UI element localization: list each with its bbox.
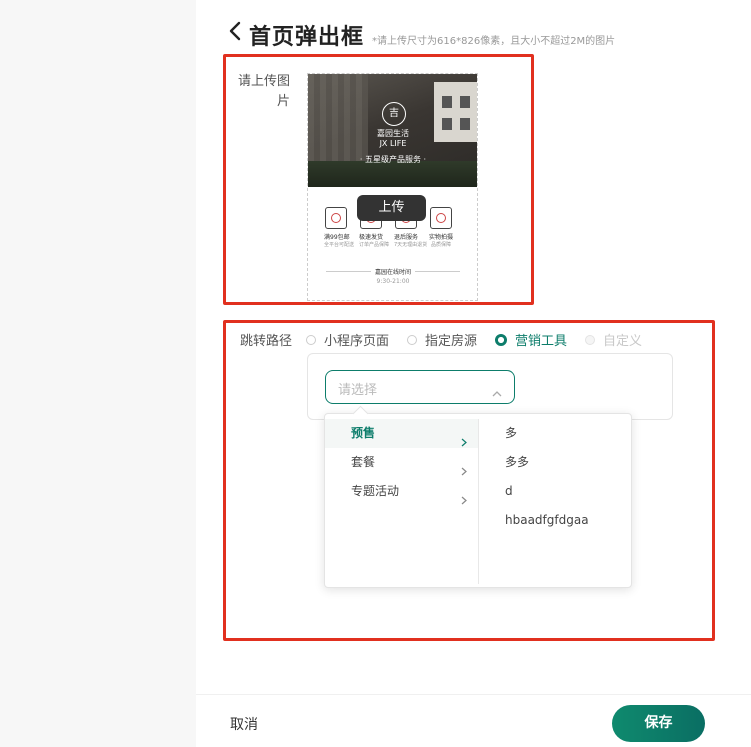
service-sub: 7天无理由退货 [394,242,428,248]
page-header: 首页弹出框 *请上传尺寸为616*826像素，且大小不超过2M的图片 [227,18,615,51]
radio-checked-icon [495,333,508,346]
radio-specified-listing[interactable]: 指定房源 [407,330,477,349]
poster-brand-en: JX LIFE [379,139,407,148]
upload-size-hint: *请上传尺寸为616*826像素，且大小不超过2M的图片 [372,36,616,47]
check-icon [430,207,452,229]
radio-circle-icon [585,334,596,345]
route-radio-group: 小程序页面 指定房源 营销工具 自定义 [306,330,660,349]
radio-circle-icon [306,334,316,345]
cascader-sub-option[interactable]: 多 [479,419,631,448]
poster-footer-title-text: 嘉园在线时间 [370,269,415,276]
poster-footer-title: 嘉园在线时间 [308,267,477,276]
cascader-dropdown: 预售 套餐 专题活动 多 多多 d hbaadfgfdgaa [324,413,632,588]
cascader-sub-option[interactable]: 多多 [479,448,631,477]
cascader-option-label: 套餐 [351,455,376,469]
poster-photo: 吉 嘉园生活 JX LIFE · 五星级产品服务 · [308,74,477,187]
upload-label: 请上传图片 [238,74,291,109]
service-sub: 订单产品保障 [359,242,390,248]
upload-button[interactable]: 上传 [357,195,426,221]
cascader-level2: 多 多多 d hbaadfgfdgaa [479,419,631,535]
poster-slogan: · 五星级产品服务 · [359,155,427,164]
cascader-option-presale[interactable]: 预售 [325,419,478,448]
poster-service-item: 实物拍摄 品质保障 [429,207,453,248]
truck-icon [325,207,347,229]
service-sub: 品质保障 [430,242,451,248]
brand-logo-icon: 吉 [382,102,406,126]
cancel-button[interactable]: 取消 [230,714,258,734]
service-title: 极速发货 [359,234,384,241]
cascader-option-package[interactable]: 套餐 [325,448,478,477]
poster-brand-cn: 嘉园生活 [377,129,409,138]
image-upload-area[interactable]: 吉 嘉园生活 JX LIFE · 五星级产品服务 · 满99包邮 全平台可配送 … [307,73,478,301]
page-title: 首页弹出框 [249,25,365,50]
save-button[interactable]: 保存 [612,705,705,742]
chevron-right-icon [460,429,468,447]
back-arrow-icon[interactable] [227,18,245,44]
route-label: 跳转路径 [240,334,293,349]
select-placeholder: 请选择 [338,383,378,398]
cascader-sub-option[interactable]: d [479,477,631,506]
poster-brand: 嘉园生活 JX LIFE [308,129,477,149]
cascader-option-label: 预售 [351,426,376,440]
poster-service-item: 满99包邮 全平台可配送 [324,207,355,248]
radio-label: 营销工具 [515,334,568,349]
marketing-tool-select[interactable]: 请选择 [325,370,515,404]
poster-footer-time: 9:30-21:00 [376,278,410,285]
cascader-option-label: 专题活动 [351,484,400,498]
left-sidebar [0,0,196,746]
chevron-right-icon [460,458,468,476]
service-title: 实物拍摄 [429,234,454,241]
cascader-level1: 预售 套餐 专题活动 [325,419,479,584]
radio-marketing-tool[interactable]: 营销工具 [495,330,567,349]
cascader-sub-option[interactable]: hbaadfgfdgaa [479,506,631,535]
radio-label: 指定房源 [425,334,478,349]
service-title: 满99包邮 [324,234,350,241]
radio-label: 自定义 [603,334,643,349]
service-title: 退后服务 [394,234,419,241]
chevron-right-icon [460,487,468,505]
radio-label: 小程序页面 [324,334,390,349]
radio-mini-program-page[interactable]: 小程序页面 [306,330,389,349]
chevron-up-icon [492,383,502,397]
radio-circle-icon [407,334,418,345]
cascader-option-topic-activity[interactable]: 专题活动 [325,477,478,506]
service-sub: 全平台可配送 [324,242,355,248]
radio-custom: 自定义 [585,330,642,349]
